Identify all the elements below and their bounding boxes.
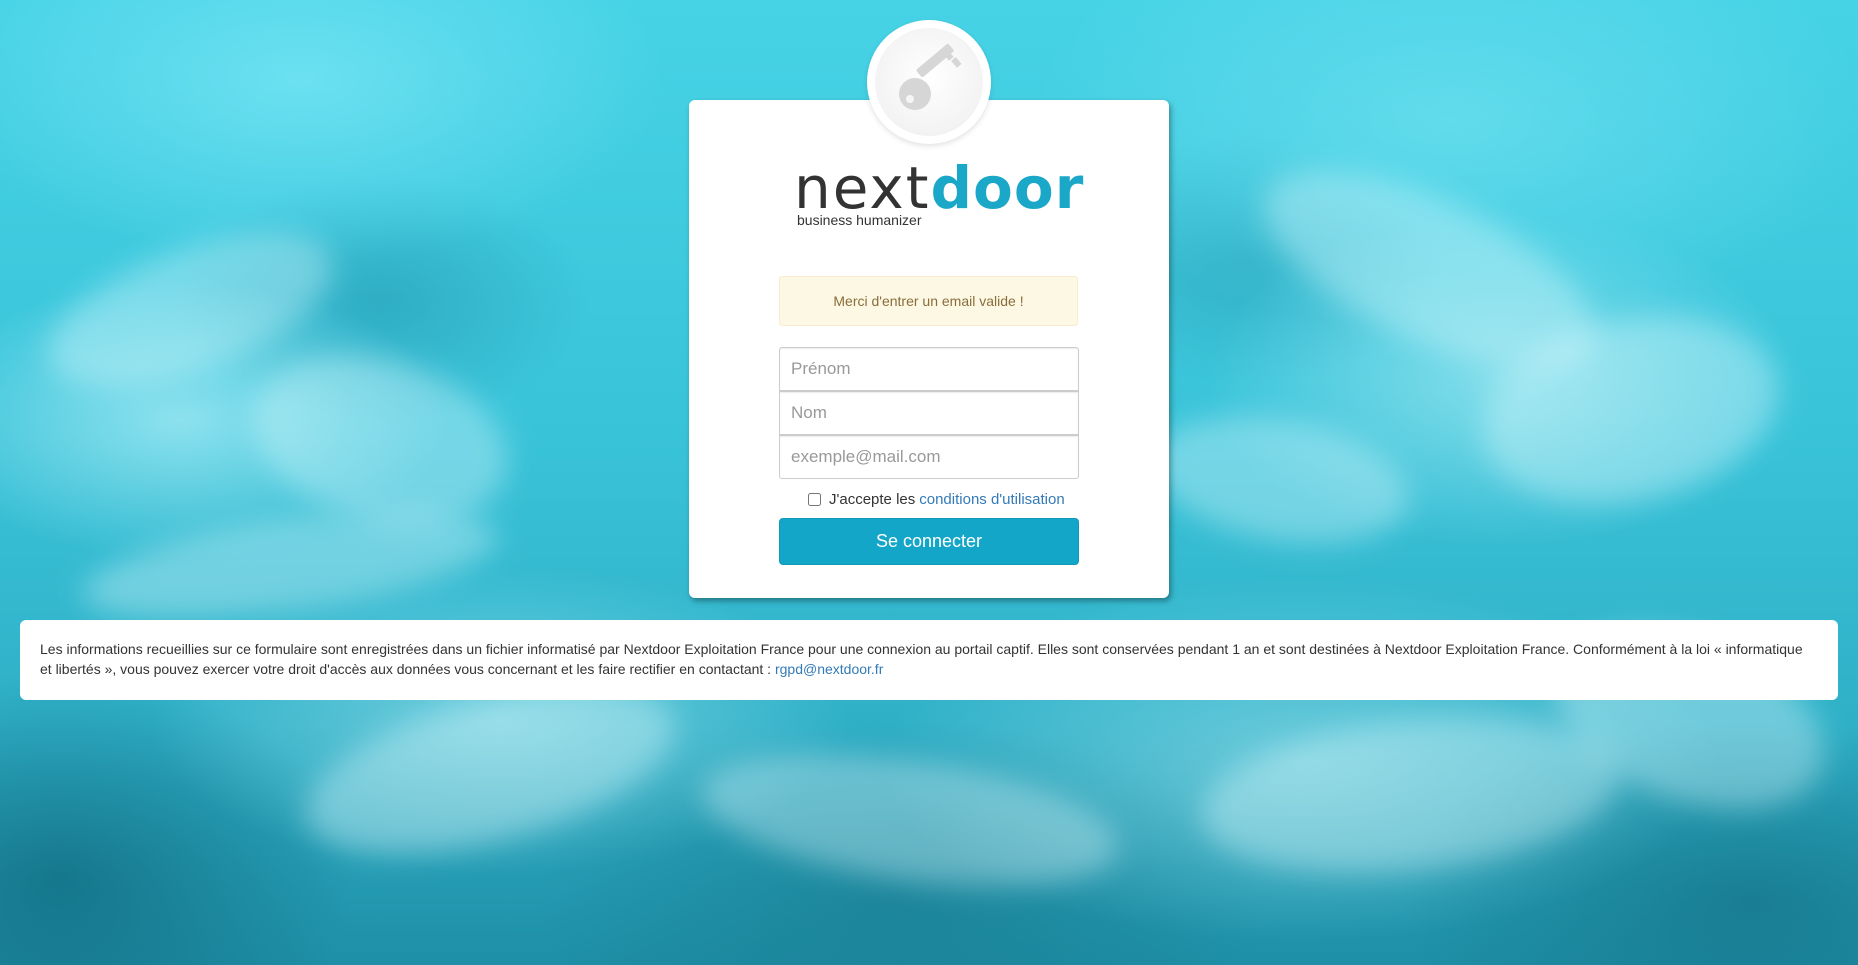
key-icon [899,43,962,110]
brand-tagline: business humanizer [797,212,922,228]
validation-alert: Merci d'entrer un email valide ! [779,276,1078,326]
terms-link[interactable]: conditions d'utilisation [919,491,1064,508]
contact-email-link[interactable]: rgpd@nextdoor.fr [775,661,883,677]
email-input[interactable] [779,435,1079,479]
terms-checkbox[interactable] [808,492,821,506]
connect-button[interactable]: Se connecter [779,518,1079,565]
terms-row: J'accepte les conditions d'utilisation [808,489,1065,509]
privacy-notice: Les informations recueillies sur ce form… [20,620,1838,700]
brand-logo: nextdoor business humanizer [794,158,1083,230]
brand-wordmark: nextdoor [794,158,1084,218]
terms-label: J'accepte les [829,490,916,508]
key-badge [867,20,991,144]
brand-name-part2: door [930,154,1085,222]
privacy-notice-text: Les informations recueillies sur ce form… [40,641,1803,677]
first-name-input[interactable] [779,347,1079,391]
key-badge-inner [875,28,983,136]
last-name-input[interactable] [779,391,1079,435]
